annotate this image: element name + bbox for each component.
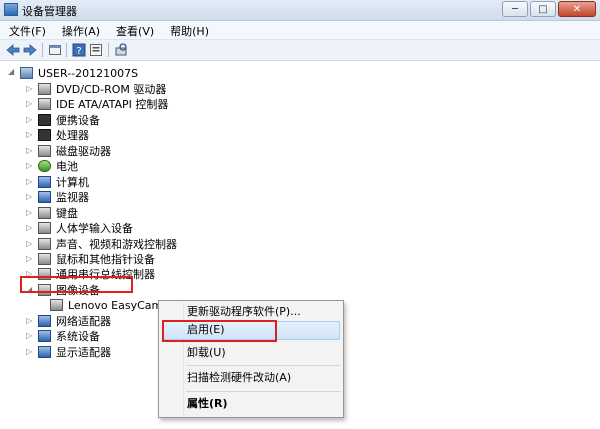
tree-item-label: 处理器 — [56, 128, 89, 142]
speaker-icon — [38, 238, 51, 250]
context-menu: 更新驱动程序软件(P)... 启用(E) 卸载(U) 扫描检测硬件改动(A) 属… — [158, 300, 344, 418]
tree-item-label: 磁盘驱动器 — [56, 144, 111, 158]
tree-category-item[interactable]: ▷ 便携设备 — [26, 113, 101, 127]
tree-item-label: DVD/CD-ROM 驱动器 — [56, 82, 167, 96]
toolbar-separator — [66, 43, 67, 57]
tree-item-label: 显示适配器 — [56, 345, 111, 359]
tree-item-label: 便携设备 — [56, 113, 100, 127]
expand-toggle[interactable]: ▷ — [26, 131, 34, 139]
tree-item-label: IDE ATA/ATAPI 控制器 — [56, 97, 169, 111]
tree-category-item[interactable]: ▷ 监视器 — [26, 190, 90, 204]
tree-category-item[interactable]: ▷ 键盘 — [26, 206, 79, 220]
tree-root-label: USER--20121007S — [38, 66, 139, 80]
menu-update-driver[interactable]: 更新驱动程序软件(P)... — [187, 303, 301, 321]
expand-toggle[interactable]: ▷ — [26, 224, 34, 232]
toolbar-separator — [108, 43, 109, 57]
menu-view[interactable]: 查看(V) — [107, 21, 161, 39]
expand-toggle[interactable]: ▷ — [26, 85, 34, 93]
tree-root[interactable]: ◢ USER--20121007S — [8, 66, 139, 80]
expand-toggle[interactable]: ▷ — [26, 209, 34, 217]
menu-separator — [186, 391, 341, 392]
monitor-icon — [38, 191, 51, 203]
tree-item-label: 键盘 — [56, 206, 78, 220]
tree-category-item[interactable]: ▷ DVD/CD-ROM 驱动器 — [26, 82, 167, 96]
tree-category-item[interactable]: ▷ 电池 — [26, 159, 79, 173]
toolbar-separator — [42, 43, 43, 57]
expand-toggle[interactable]: ▷ — [26, 348, 34, 356]
menu-help[interactable]: 帮助(H) — [161, 21, 216, 39]
maximize-button[interactable]: □ — [530, 1, 556, 17]
tree-item-label: 人体学输入设备 — [56, 221, 133, 235]
expand-toggle[interactable]: ▷ — [26, 332, 34, 340]
computer-root-icon — [20, 67, 33, 79]
tree-category-item[interactable]: ▷ 声音、视频和游戏控制器 — [26, 237, 178, 251]
computer-icon — [38, 176, 51, 188]
tree-item-label: 计算机 — [56, 175, 89, 189]
tree-category-item[interactable]: ▷ 网络适配器 — [26, 314, 112, 328]
menu-properties[interactable]: 属性(R) — [187, 395, 228, 413]
display-adapter-icon — [38, 346, 51, 358]
properties-icon[interactable] — [48, 43, 62, 57]
keyboard-icon — [38, 207, 51, 219]
toolbar: ? — [0, 40, 600, 61]
menu-bar: 文件(F) 操作(A) 查看(V) 帮助(H) — [0, 21, 600, 40]
svg-text:?: ? — [76, 46, 81, 57]
expand-toggle[interactable]: ▷ — [26, 317, 34, 325]
system-device-icon — [38, 330, 51, 342]
processor-icon — [38, 129, 51, 141]
tree-category-item[interactable]: ▷ 人体学输入设备 — [26, 221, 134, 235]
expand-toggle[interactable]: ▷ — [26, 255, 34, 263]
menu-file[interactable]: 文件(F) — [0, 21, 53, 39]
close-button[interactable]: ✕ — [558, 1, 596, 17]
tree-item-label: 鼠标和其他指针设备 — [56, 252, 155, 266]
tree-category-item[interactable]: ▷ 鼠标和其他指针设备 — [26, 252, 156, 266]
highlight-imaging-device — [20, 276, 133, 293]
hid-icon — [38, 222, 51, 234]
title-bar: 设备管理器 ─ □ ✕ — [0, 0, 600, 21]
camera-icon — [50, 299, 63, 311]
expand-toggle[interactable]: ▷ — [26, 162, 34, 170]
view-icon[interactable] — [89, 43, 103, 57]
forward-arrow-icon[interactable] — [23, 43, 37, 57]
tree-item-label: 系统设备 — [56, 329, 100, 343]
menu-separator — [186, 365, 341, 366]
expand-toggle[interactable]: ▷ — [26, 178, 34, 186]
tree-item-label: 网络适配器 — [56, 314, 111, 328]
tree-category-item[interactable]: ▷ 处理器 — [26, 128, 90, 142]
back-arrow-icon[interactable] — [6, 43, 20, 57]
ide-controller-icon — [38, 98, 51, 110]
scan-hardware-icon[interactable] — [114, 43, 128, 57]
menu-action[interactable]: 操作(A) — [53, 21, 107, 39]
disk-drive-icon — [38, 145, 51, 157]
expand-toggle[interactable]: ▷ — [26, 147, 34, 155]
menu-scan-hardware[interactable]: 扫描检测硬件改动(A) — [187, 369, 291, 387]
portable-device-icon — [38, 114, 51, 126]
tree-category-item[interactable]: ▷ 系统设备 — [26, 329, 101, 343]
menu-uninstall[interactable]: 卸载(U) — [187, 344, 226, 362]
expand-toggle[interactable]: ▷ — [26, 193, 34, 201]
network-adapter-icon — [38, 315, 51, 327]
expand-toggle[interactable]: ▷ — [26, 240, 34, 248]
minimize-button[interactable]: ─ — [502, 1, 528, 17]
expand-toggle[interactable]: ▷ — [26, 116, 34, 124]
tree-category-item[interactable]: ▷ IDE ATA/ATAPI 控制器 — [26, 97, 169, 111]
expand-toggle[interactable]: ◢ — [8, 68, 16, 76]
window-title: 设备管理器 — [22, 5, 77, 18]
dvd-drive-icon — [38, 83, 51, 95]
battery-icon — [38, 160, 51, 172]
tree-category-item[interactable]: ▷ 计算机 — [26, 175, 90, 189]
help-icon[interactable]: ? — [72, 43, 86, 57]
device-manager-app-icon — [4, 3, 18, 16]
tree-item-label: 监视器 — [56, 190, 89, 204]
highlight-enable-item — [162, 320, 277, 342]
mouse-icon — [38, 253, 51, 265]
tree-category-item[interactable]: ▷ 显示适配器 — [26, 345, 112, 359]
expand-toggle[interactable]: ▷ — [26, 100, 34, 108]
tree-item-label: 声音、视频和游戏控制器 — [56, 237, 177, 251]
tree-item-label: 电池 — [56, 159, 78, 173]
window-controls: ─ □ ✕ — [500, 1, 596, 17]
tree-category-item[interactable]: ▷ 磁盘驱动器 — [26, 144, 112, 158]
